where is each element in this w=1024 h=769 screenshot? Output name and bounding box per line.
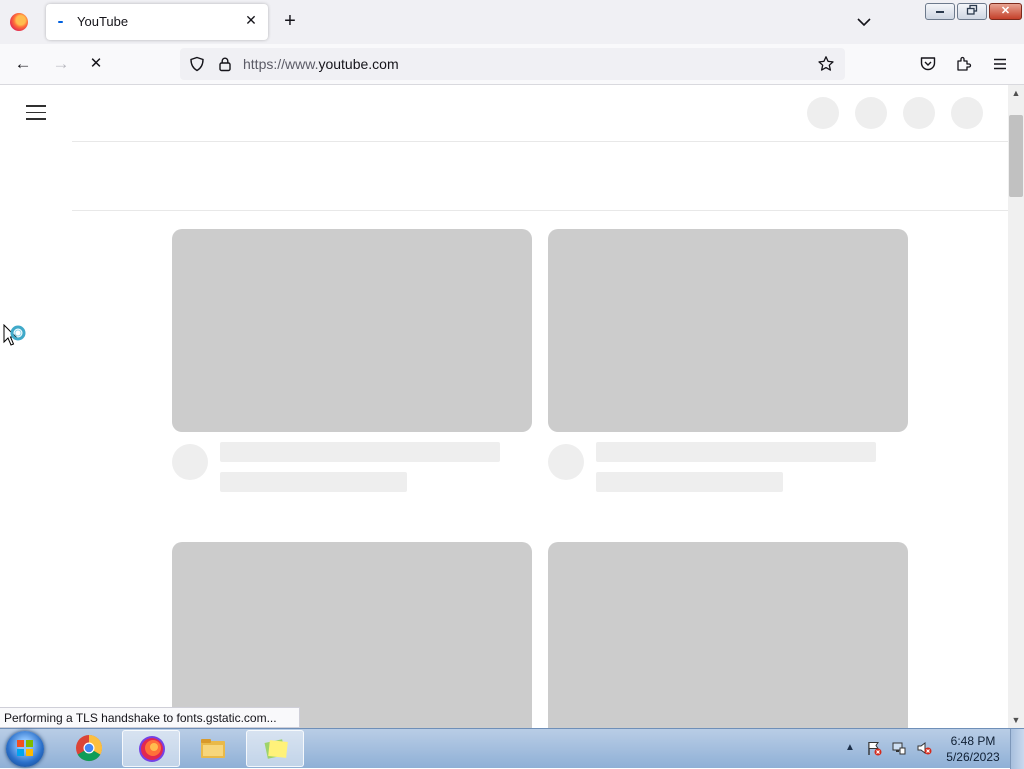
sticky-notes-icon [264,739,288,759]
bookmark-star-icon[interactable] [817,55,835,73]
system-clock[interactable]: 6:48 PM 5/26/2023 [940,733,1006,765]
clock-time: 6:48 PM [950,734,996,748]
start-button[interactable] [6,731,44,767]
taskbar-sticky-notes[interactable] [246,730,304,767]
restore-icon [966,4,978,15]
url-bar[interactable]: https://www.youtube.com [180,48,845,80]
firefox-icon [139,736,165,762]
video-thumbnail-placeholder [172,542,532,728]
lock-icon[interactable] [217,56,233,72]
title-line-placeholder [220,442,500,462]
header-divider [72,141,1008,142]
windows-logo-icon [17,740,33,756]
page-scrollbar[interactable]: ▲ ▼ [1008,85,1024,728]
show-hidden-icons-button[interactable]: ▲ [845,742,855,753]
video-thumbnail-placeholder [548,229,908,432]
restore-button[interactable] [957,3,987,20]
minimize-icon [936,11,944,13]
volume-muted-icon[interactable] [916,740,932,756]
show-desktop-button[interactable] [1010,729,1024,769]
windows-taskbar: ▲ 6:48 PM 5/26/2023 [0,728,1024,769]
chrome-icon [76,734,103,762]
channel-avatar-placeholder [548,444,584,480]
close-window-button[interactable]: ✕ [989,3,1022,20]
meta-line-placeholder [220,472,407,492]
header-placeholder-circle [951,97,983,129]
youtube-page [0,85,1008,728]
scroll-up-icon[interactable]: ▲ [1008,85,1024,101]
extensions-puzzle-icon[interactable] [955,55,973,73]
taskbar-chrome[interactable] [60,730,118,767]
status-panel: Performing a TLS handshake to fonts.gsta… [0,707,300,728]
pocket-icon[interactable] [919,55,937,73]
taskbar-file-explorer[interactable] [184,730,242,767]
browser-titlebar: YouTube ✕ + ✕ [0,0,1024,44]
url-text[interactable]: https://www.youtube.com [243,56,399,72]
url-prefix: https://www. [243,56,319,72]
scroll-down-icon[interactable]: ▼ [1008,712,1024,728]
url-host: youtube.com [318,56,399,72]
back-button[interactable]: ← [14,55,32,73]
forward-button[interactable]: → [52,55,70,73]
folder-icon [201,739,225,758]
action-center-flag-icon[interactable] [866,740,882,756]
minimize-button[interactable] [925,3,955,20]
stop-button[interactable]: ✕ [87,55,105,73]
title-line-placeholder [596,442,876,462]
guide-menu-icon[interactable] [26,105,46,121]
tab-youtube[interactable]: YouTube ✕ [46,4,268,40]
tab-title: YouTube [77,14,129,29]
header-placeholder-circle [807,97,839,129]
video-thumbnail-placeholder [172,229,532,432]
header-placeholder-circle [903,97,935,129]
app-menu-icon[interactable] [991,55,1009,73]
tab-close-icon[interactable]: ✕ [242,11,260,29]
meta-line-placeholder [596,472,783,492]
channel-avatar-placeholder [172,444,208,480]
list-all-tabs-icon[interactable] [855,13,873,31]
video-thumbnail-placeholder [548,542,908,728]
busy-cursor-icon [3,324,26,346]
chips-divider [72,210,1008,211]
tracking-protection-shield-icon[interactable] [189,56,205,72]
network-icon[interactable] [891,740,907,756]
taskbar-firefox[interactable] [122,730,180,767]
tab-loading-icon [58,21,63,23]
firefox-menu-icon[interactable] [10,13,28,31]
navigation-toolbar: ← → ✕ https://www.youtube.com [0,44,1024,85]
clock-date: 5/26/2023 [946,750,1000,764]
header-placeholder-circle [855,97,887,129]
scrollbar-thumb[interactable] [1009,115,1023,197]
new-tab-button[interactable]: + [280,11,300,31]
